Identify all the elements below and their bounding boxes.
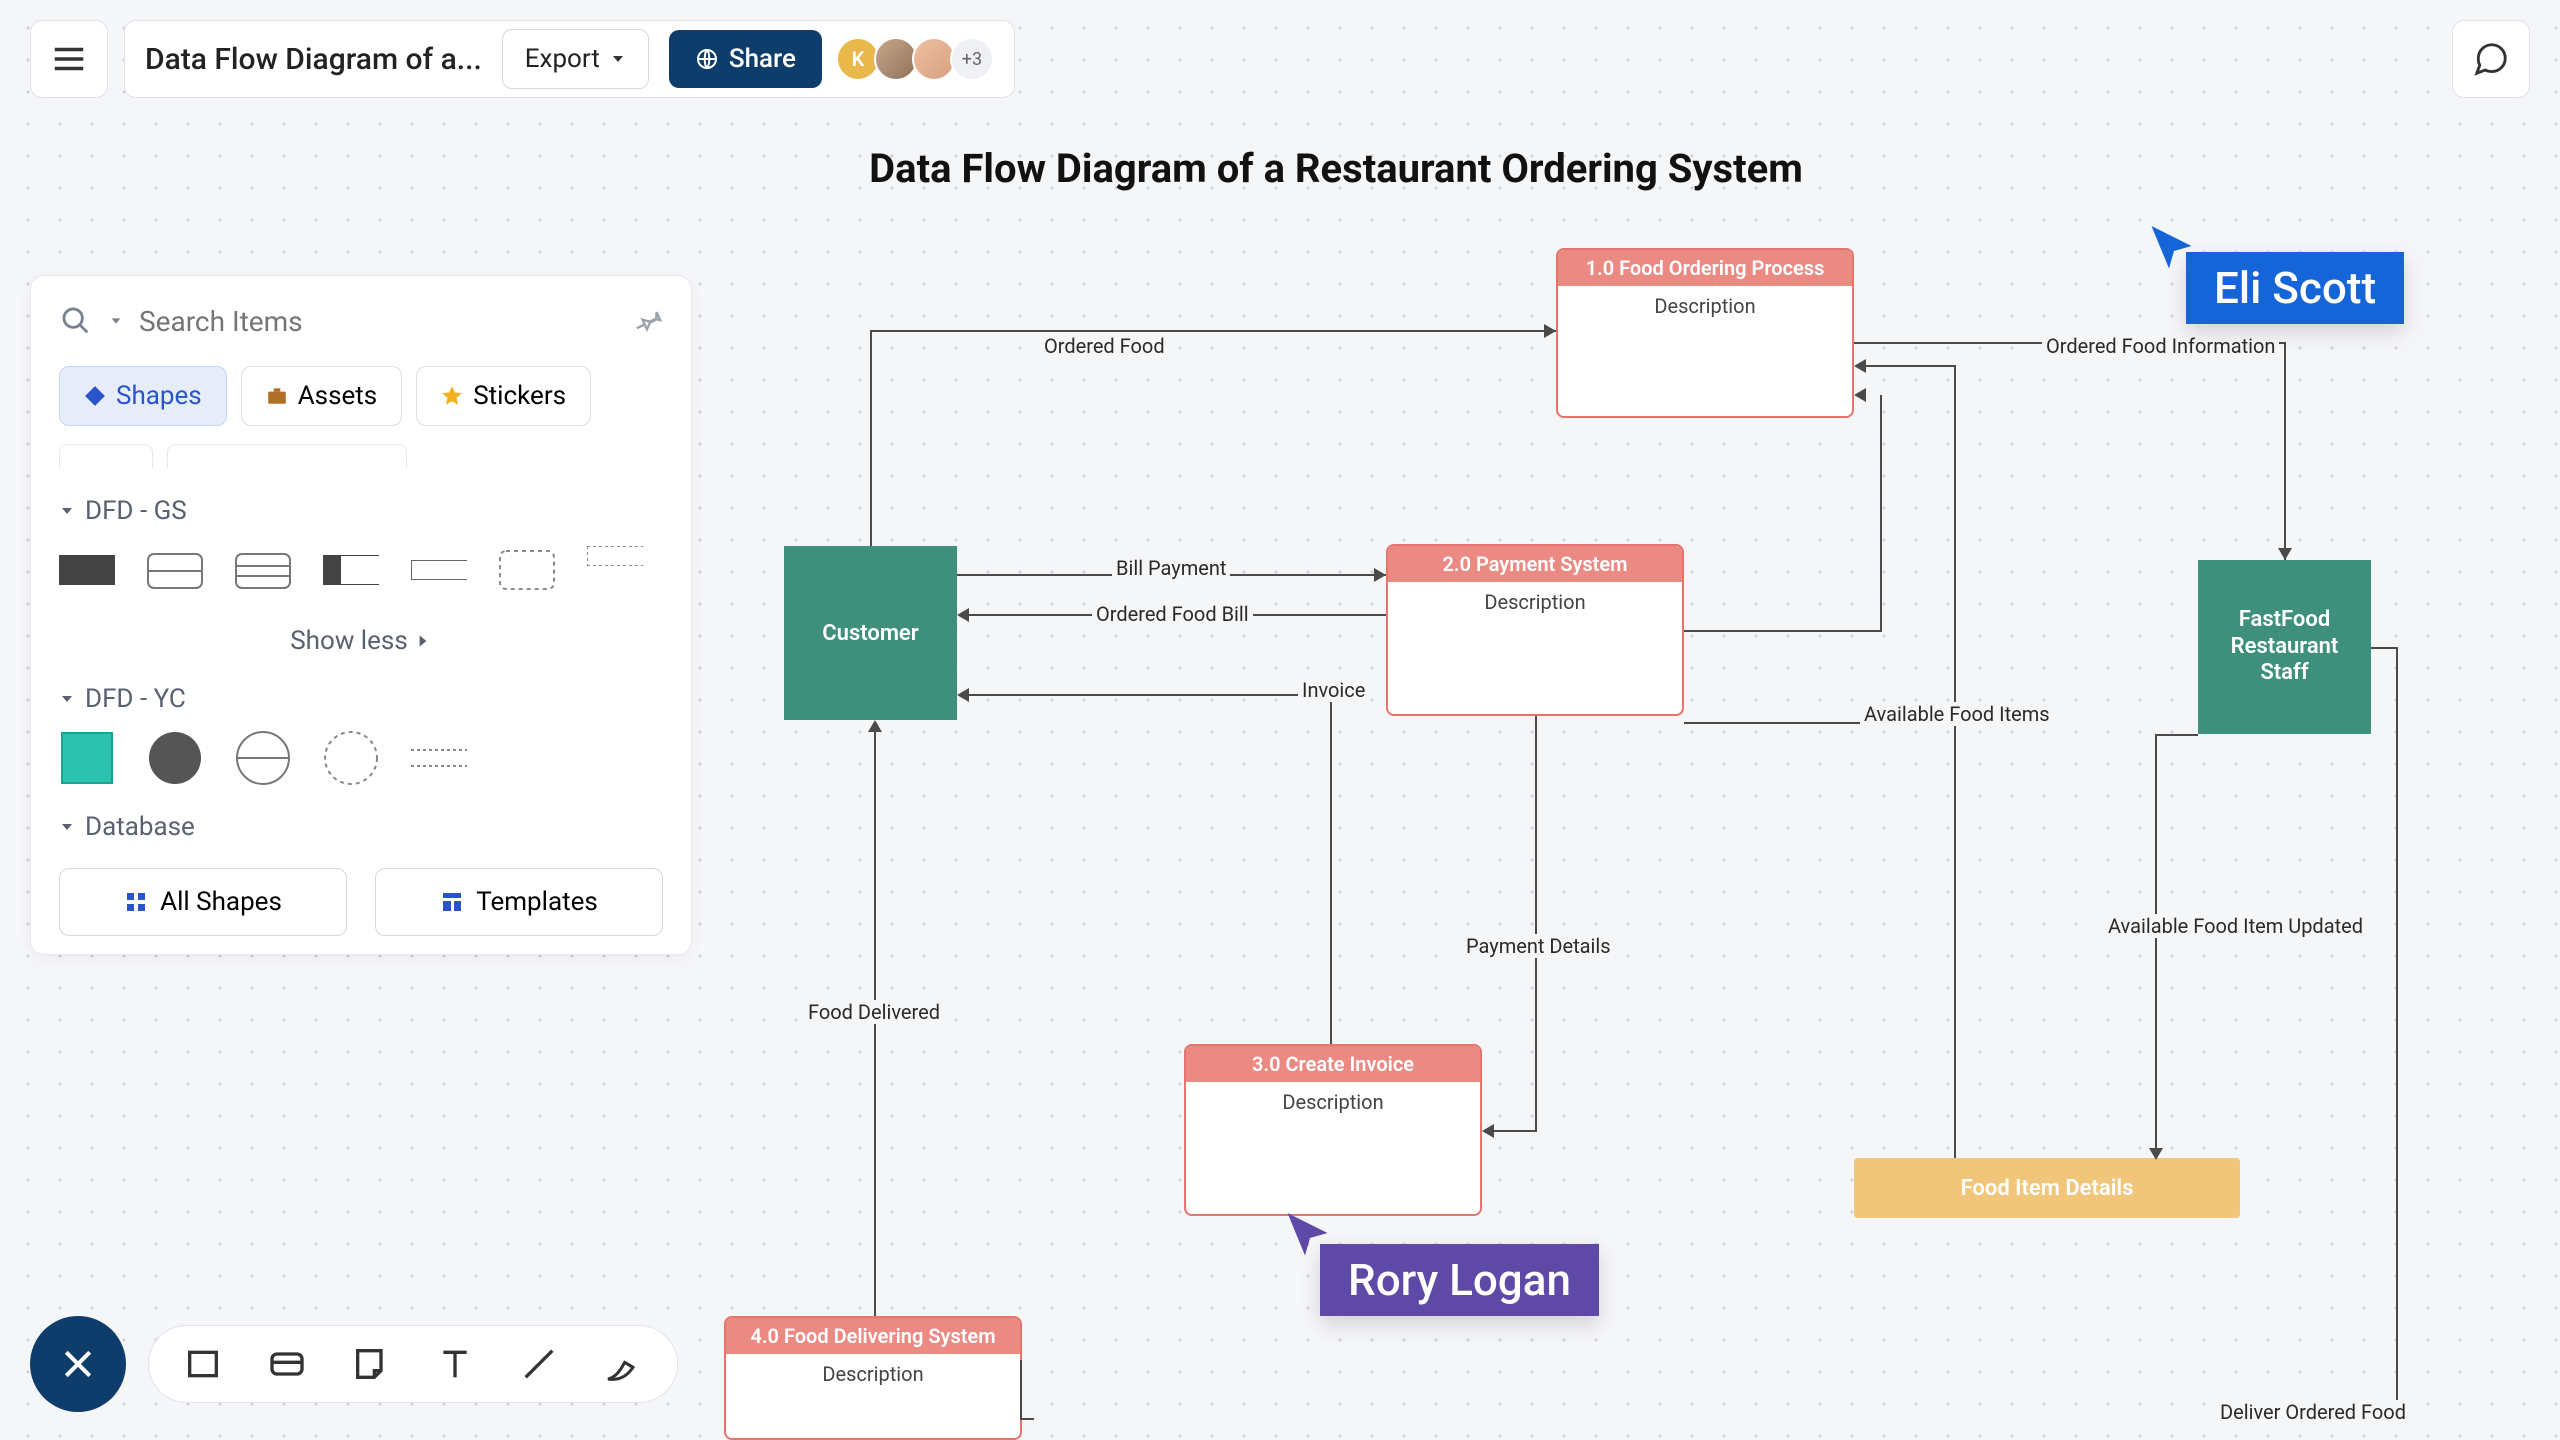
pen-tool-icon[interactable]	[603, 1344, 643, 1384]
shape-3split-rect[interactable]	[235, 544, 291, 596]
card-tool-icon[interactable]	[267, 1344, 307, 1384]
close-icon	[58, 1344, 98, 1384]
process-2[interactable]: 2.0 Payment System Description	[1386, 544, 1684, 716]
search-input[interactable]	[139, 305, 617, 338]
document-title[interactable]: Data Flow Diagram of a...	[145, 42, 482, 77]
sticky-tool-icon[interactable]	[351, 1344, 391, 1384]
briefcase-icon	[266, 385, 288, 407]
shape-parallel-lines[interactable]	[411, 732, 467, 784]
grid-icon	[124, 890, 148, 914]
diagram-title: Data Flow Diagram of a Restaurant Orderi…	[869, 145, 1803, 192]
shape-hsplit-rect[interactable]	[147, 544, 203, 596]
process-4[interactable]: 4.0 Food Delivering System Description	[724, 1316, 1022, 1440]
comments-button[interactable]	[2452, 20, 2530, 98]
section-dfd-yc[interactable]: DFD - YC	[59, 684, 663, 714]
caret-down-icon	[610, 51, 626, 67]
shapes-panel: Shapes Assets Stickers DFD - GS Show les…	[30, 275, 692, 955]
chevron-right-icon	[414, 632, 432, 650]
shape-open-rect[interactable]	[411, 544, 467, 596]
shape-dashed-circle[interactable]	[323, 732, 379, 784]
section-dfd-gs[interactable]: DFD - GS	[59, 496, 663, 526]
search-icon	[59, 304, 93, 338]
edge-label: Available Food Item Updated	[2104, 914, 2367, 938]
edge-label: Invoice	[1298, 678, 1369, 702]
edge-label: Payment Details	[1462, 934, 1615, 958]
line-tool-icon[interactable]	[519, 1344, 559, 1384]
edge-label: Ordered Food Information	[2042, 334, 2279, 358]
shape-split-circle[interactable]	[235, 732, 291, 784]
chat-bubble-icon	[2472, 40, 2510, 78]
caret-down-icon	[59, 691, 75, 707]
shape-open-right[interactable]	[323, 544, 379, 596]
shape-dark-circle[interactable]	[147, 732, 203, 784]
section-database[interactable]: Database	[59, 812, 663, 842]
edge-label: Ordered Food Bill	[1092, 602, 1253, 626]
all-shapes-button[interactable]: All Shapes	[59, 868, 347, 936]
quick-toolbar	[148, 1325, 678, 1403]
tab-stickers[interactable]: Stickers	[416, 366, 591, 426]
rectangle-tool-icon[interactable]	[183, 1344, 223, 1384]
edge-label: Bill Payment	[1112, 556, 1230, 580]
star-icon	[441, 385, 463, 407]
shape-teal-square[interactable]	[59, 732, 115, 784]
share-button[interactable]: Share	[669, 30, 822, 88]
edge-label: Available Food Items	[1860, 702, 2054, 726]
process-3[interactable]: 3.0 Create Invoice Description	[1184, 1044, 1482, 1216]
entity-staff[interactable]: FastFood Restaurant Staff	[2198, 560, 2371, 734]
shape-dashed-rect[interactable]	[499, 544, 555, 596]
collaborator-tag-rory: Rory Logan	[1320, 1244, 1599, 1316]
collaborator-tag-eli: Eli Scott	[2186, 252, 2404, 324]
avatar-more[interactable]: +3	[950, 37, 994, 81]
text-tool-icon[interactable]	[435, 1344, 475, 1384]
pin-icon[interactable]	[633, 306, 663, 336]
diamond-icon	[84, 385, 106, 407]
edge-label: Food Delivered	[804, 1000, 944, 1024]
edge-label: Ordered Food	[1040, 334, 1169, 358]
edge-label: Deliver Ordered Food	[2216, 1400, 2410, 1424]
close-toolbar-button[interactable]	[30, 1316, 126, 1412]
menu-button[interactable]	[30, 20, 108, 98]
chevron-down-icon[interactable]	[109, 314, 123, 328]
templates-button[interactable]: Templates	[375, 868, 663, 936]
collaborator-avatars[interactable]: K +3	[842, 37, 994, 81]
shape-dashed-store[interactable]	[587, 544, 643, 568]
datastore-food-item[interactable]: Food Item Details	[1854, 1158, 2240, 1218]
caret-down-icon	[59, 819, 75, 835]
export-button[interactable]: Export	[502, 29, 649, 89]
globe-icon	[695, 47, 719, 71]
show-less-button[interactable]: Show less	[59, 626, 663, 656]
hamburger-icon	[50, 40, 88, 78]
shape-solid-rect[interactable]	[59, 544, 115, 596]
process-1[interactable]: 1.0 Food Ordering Process Description	[1556, 248, 1854, 418]
caret-down-icon	[59, 503, 75, 519]
tab-assets[interactable]: Assets	[241, 366, 403, 426]
tab-shapes[interactable]: Shapes	[59, 366, 227, 426]
layout-icon	[440, 890, 464, 914]
entity-customer[interactable]: Customer	[784, 546, 957, 720]
